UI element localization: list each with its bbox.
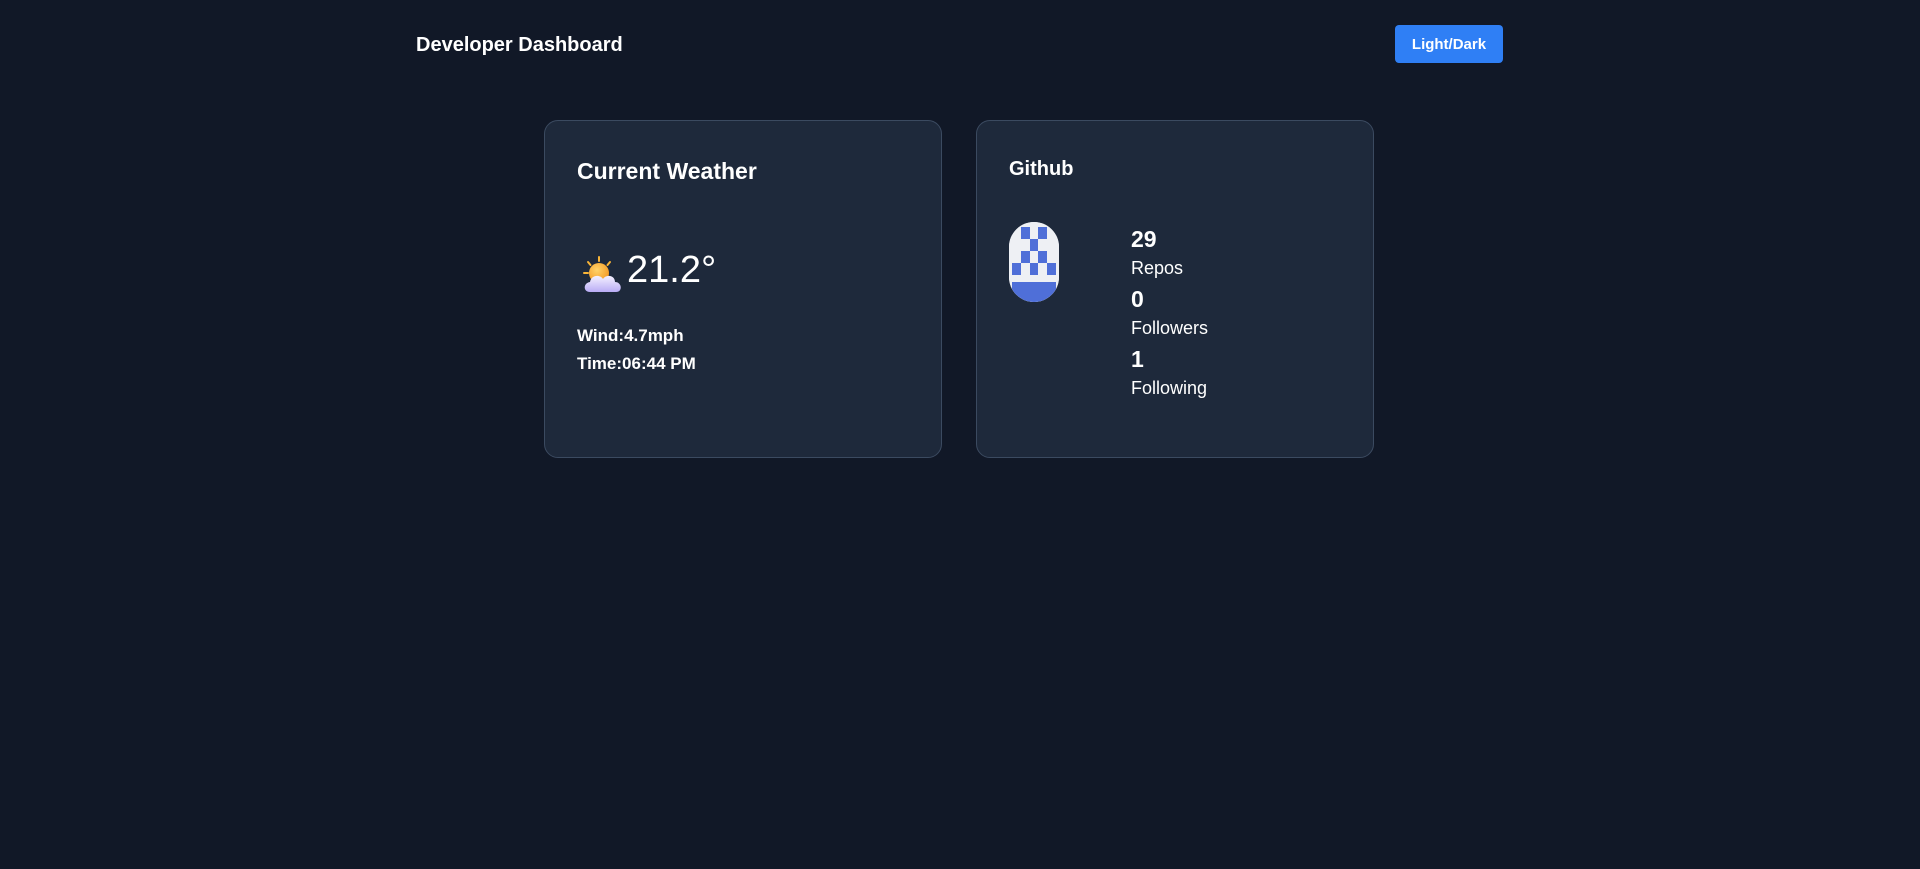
- repos-count: 29: [1131, 226, 1157, 252]
- weather-card: Current Weather 21.2° Wind:4.7mph Time:0…: [544, 120, 942, 458]
- top-header: Developer Dashboard Light/Dark: [0, 0, 1920, 90]
- partly-cloudy-icon: [583, 256, 621, 292]
- wind-value: 4.7mph: [624, 326, 684, 345]
- time-label: Time:: [577, 354, 623, 373]
- wind-row: Wind:4.7mph: [577, 325, 684, 347]
- following-label: Following: [1131, 378, 1208, 398]
- followers-count: 0: [1131, 286, 1144, 312]
- dashboard-title: Developer Dashboard: [416, 34, 623, 56]
- theme-toggle-button[interactable]: Light/Dark: [1395, 25, 1503, 63]
- time-value: 06:44 PM: [622, 354, 696, 373]
- github-card: Github 29 Repos 0 Followers 1 Following: [976, 120, 1374, 458]
- identicon-avatar-icon: [1009, 222, 1059, 302]
- repos-label: Repos: [1131, 258, 1184, 278]
- following-count: 1: [1131, 346, 1144, 372]
- github-card-title: Github: [1009, 158, 1074, 180]
- temperature-value: 21.2°: [627, 249, 717, 291]
- wind-label: Wind:: [577, 326, 625, 345]
- followers-label: Followers: [1131, 318, 1209, 338]
- time-row: Time:06:44 PM: [577, 353, 696, 375]
- weather-card-title: Current Weather: [577, 158, 757, 184]
- github-avatar: [1009, 222, 1059, 302]
